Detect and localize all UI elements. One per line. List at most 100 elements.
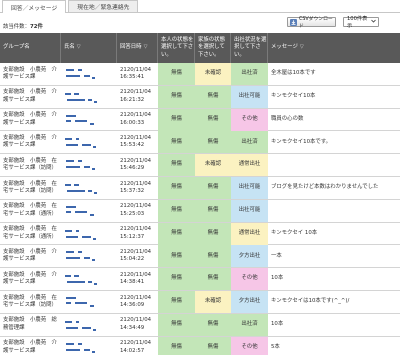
redaction-block: [94, 100, 97, 103]
response-date-cell: 2120/11/04 14:34:49: [120, 317, 152, 331]
redacted-name: [64, 114, 104, 126]
redacted-name-cell[interactable]: [61, 245, 117, 267]
self-status-cell: 無傷: [158, 63, 195, 85]
work-status-cell: 通常出社: [231, 154, 268, 177]
table-row[interactable]: 支部施設 小農苑 在宅サービス課（訪問） 2120/11/04 15:46:29 無…: [0, 154, 400, 177]
redaction-block: [66, 348, 80, 351]
table-row[interactable]: 支部施設 小農苑 在宅サービス課（訪問） 2120/11/04 15:37:32 無…: [0, 177, 400, 200]
self-status-cell: 無傷: [158, 268, 195, 291]
message-cell: [268, 154, 400, 176]
self-status-cell: 無傷: [158, 313, 195, 336]
message-cell: 職員の心の数: [271, 115, 304, 122]
redaction-block: [84, 166, 90, 169]
message-cell: [268, 200, 400, 222]
self-status-cell: 無傷: [158, 154, 195, 177]
self-status-cell: 無傷: [158, 245, 195, 268]
redacted-name-cell[interactable]: [61, 223, 117, 245]
work-status-cell: 出社済: [231, 131, 268, 154]
response-date-cell: 2120/11/04 14:38:41: [120, 271, 152, 286]
response-date-cell: 2120/11/04 15:04:22: [120, 248, 152, 263]
redaction-block: [74, 275, 79, 278]
redaction-block: [88, 190, 92, 192]
message-cell: ブログを見たけど本数はわかりませんでした: [271, 184, 379, 191]
redacted-name-cell[interactable]: [61, 154, 117, 176]
column-header-work-status[interactable]: 出社状況を選択して下さい。: [231, 33, 268, 63]
tab-responses[interactable]: 回答／メッセージ: [2, 0, 67, 13]
family-status-cell: 無傷: [195, 222, 231, 245]
redacted-name-cell[interactable]: [61, 200, 117, 222]
work-status-cell: その他: [231, 336, 268, 355]
redaction-block: [66, 166, 80, 169]
table-row[interactable]: 支部施設 小農苑 介護サービス課 2120/11/04 15:04:22 無傷 無傷夕…: [0, 245, 400, 269]
redacted-name: [64, 182, 104, 194]
table-row[interactable]: 支部施設 小農苑 介護サービス課 2120/11/04 16:35:41 無傷 未確認…: [0, 63, 400, 86]
column-header-date[interactable]: 回答日時 ▽: [117, 33, 158, 63]
column-header-message[interactable]: メッセージ ▽: [268, 33, 400, 63]
table-row[interactable]: 支部施設 小農苑 在宅サービス課（通所） 2120/11/04 15:12:37 無…: [0, 222, 400, 246]
redacted-name: [64, 342, 104, 354]
table-row[interactable]: 支部施設 小農苑 在宅サービス課（訪問） 2120/11/04 14:36:09 無…: [0, 291, 400, 314]
work-status-cell: 夕方出社: [231, 291, 268, 313]
redaction-block: [65, 92, 71, 95]
per-page-value: 100件表示: [347, 16, 368, 29]
column-header-family-status[interactable]: 家族の状態を選択して下さい。: [195, 33, 231, 63]
column-header-group[interactable]: グループ名: [0, 33, 61, 63]
column-header-self-status[interactable]: 本人の状態を選択して下さい。: [158, 33, 195, 63]
redaction-block: [65, 138, 72, 141]
group-cell: 支部施設 小農苑 在宅サービス課（訪問）: [3, 294, 57, 309]
redaction-block: [66, 144, 78, 147]
family-status-cell: 無傷: [195, 245, 231, 268]
redacted-name-cell[interactable]: [61, 337, 117, 355]
message-cell: 全木屋は10本です: [271, 70, 316, 77]
group-cell: 支部施設 小農苑 介護サービス課: [3, 134, 57, 149]
redacted-name-cell[interactable]: [61, 314, 117, 336]
redacted-name-cell[interactable]: [61, 291, 117, 313]
group-cell: 支部施設 小農苑 介護サービス課: [3, 340, 57, 354]
response-date-cell: 2120/11/04 15:12:37: [120, 226, 152, 240]
table-row[interactable]: 支部施設 小農苑 介護サービス課 2120/11/04 15:53:42 無傷 無傷出…: [0, 131, 400, 155]
column-header-group-label: グループ名: [3, 44, 30, 51]
self-status-cell: 無傷: [158, 177, 195, 199]
redaction-block: [90, 122, 94, 125]
redaction-block: [76, 138, 79, 141]
redaction-block: [93, 328, 96, 331]
message-cell: 10本: [271, 321, 284, 328]
redaction-block: [94, 283, 97, 286]
table-row[interactable]: 支部施設 小農苑 介護サービス課 2120/11/04 14:38:41 無傷 無傷そ…: [0, 268, 400, 291]
sort-icon: ▽: [76, 44, 81, 51]
redacted-name-cell[interactable]: [61, 177, 117, 199]
table-row[interactable]: 支部施設 小農苑 介護サービス課 2120/11/04 16:00:33 無傷 無傷そ…: [0, 108, 400, 132]
response-date-cell: 2120/11/04 16:21:32: [120, 89, 152, 103]
redaction-block: [67, 281, 85, 284]
column-header-message-label: メッセージ: [271, 44, 298, 51]
work-status-cell: その他: [231, 108, 268, 131]
message-cell: キンモクセイ10本です。: [271, 138, 332, 145]
sort-icon: ▽: [299, 44, 304, 51]
table-row[interactable]: 支部施設 小農苑 介護サービス課 2120/11/04 14:02:57 無傷 無傷そ…: [0, 336, 400, 355]
redaction-block: [66, 75, 80, 77]
per-page-select[interactable]: 100件表示: [343, 16, 379, 29]
redaction-block: [78, 342, 82, 345]
redacted-name-cell[interactable]: [61, 268, 117, 290]
redacted-name-cell[interactable]: [61, 86, 117, 108]
tab-location[interactable]: 現在地／緊急連絡先: [68, 0, 139, 12]
redaction-block: [82, 326, 91, 329]
redaction-block: [90, 305, 94, 307]
redacted-name-cell[interactable]: [61, 63, 117, 85]
response-date-cell: 2120/11/04 16:35:41: [120, 66, 152, 81]
group-cell: 支部施設 小農苑 介護サービス課: [3, 112, 57, 126]
group-cell: 支部施設 小農苑 在宅サービス課（通所）: [3, 203, 57, 217]
redaction-block: [94, 192, 97, 194]
message-cell: 10本: [271, 275, 284, 282]
redaction-block: [92, 77, 95, 79]
table-row[interactable]: 支部施設 小農苑 介護サービス課 2120/11/04 16:21:32 無傷 無傷出…: [0, 85, 400, 109]
redaction-block: [75, 302, 87, 304]
csv-download-button[interactable]: CSVダウンロード: [287, 17, 336, 29]
table-row[interactable]: 支部施設 小農苑 在宅サービス課（通所） 2120/11/04 15:25:03 無…: [0, 199, 400, 223]
column-header-name[interactable]: 氏名 ▽: [61, 33, 117, 63]
self-status-cell: 無傷: [158, 336, 195, 355]
redacted-name-cell[interactable]: [61, 131, 117, 153]
table-row[interactable]: 支部施設 小農苑 総務管理課 2120/11/04 14:34:49 無傷 無傷 出社済…: [0, 313, 400, 337]
redacted-name: [64, 91, 104, 103]
redacted-name-cell[interactable]: [61, 109, 117, 131]
